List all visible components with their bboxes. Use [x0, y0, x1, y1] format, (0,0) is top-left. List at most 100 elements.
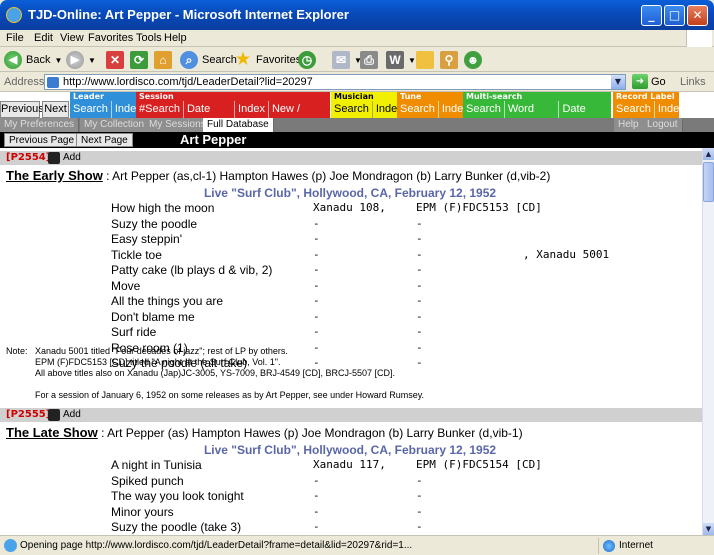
- issue-primary: -: [313, 309, 320, 323]
- track-title[interactable]: Patty cake (lb plays d & vib, 2): [111, 263, 272, 277]
- issue-secondary: -: [416, 309, 423, 323]
- print-button[interactable]: ⎙: [360, 51, 378, 69]
- menu-edit[interactable]: Edit: [34, 32, 53, 44]
- issue-primary: Xanadu 117,: [313, 458, 386, 471]
- label-index-link[interactable]: Index: [653, 101, 688, 118]
- stop-icon: ✕: [106, 51, 124, 69]
- track-title[interactable]: Move: [111, 279, 140, 293]
- session-id[interactable]: [P2555]: [6, 409, 50, 420]
- issue-secondary: -: [416, 263, 423, 276]
- multi-date-search-link[interactable]: Date Search: [558, 101, 611, 131]
- session-index-link[interactable]: Index: [234, 101, 268, 118]
- page-title: Art Pepper: [180, 132, 247, 147]
- track-row: Move - -: [0, 279, 700, 293]
- refresh-button[interactable]: ⟳: [130, 51, 148, 69]
- nav-group-record-label: Record Label Search Index: [613, 92, 685, 118]
- track-title[interactable]: Suzy the poodle: [111, 217, 197, 231]
- history-icon: ◷: [298, 51, 316, 69]
- word-icon: W: [386, 51, 404, 69]
- menu-help[interactable]: Help: [164, 32, 187, 44]
- track-title[interactable]: Don't blame me: [111, 310, 195, 324]
- track-title[interactable]: Surf ride: [111, 325, 156, 339]
- tab-full-database[interactable]: Full Database: [203, 118, 274, 132]
- tune-search-link[interactable]: Search: [397, 101, 438, 118]
- vertical-scrollbar[interactable]: ▲ ▼: [702, 148, 714, 535]
- previous-button[interactable]: Previous: [0, 101, 44, 118]
- issue-primary: -: [313, 294, 320, 307]
- issue-primary: -: [313, 340, 320, 354]
- links-label[interactable]: Links: [680, 76, 706, 88]
- leader-search-link[interactable]: Search: [70, 101, 111, 118]
- close-button[interactable]: ✕: [687, 5, 708, 26]
- session-date-search-link[interactable]: Date Search: [182, 101, 234, 131]
- next-page-button[interactable]: Next Page: [76, 133, 133, 147]
- track-title[interactable]: The way you look tonight: [111, 489, 244, 503]
- tab-my-sessions[interactable]: My Sessions: [145, 118, 211, 132]
- help-link[interactable]: Help: [614, 118, 644, 132]
- track-title[interactable]: Tickle toe: [111, 248, 162, 262]
- track-title[interactable]: How high the moon: [111, 201, 214, 215]
- edit-button[interactable]: W ▼: [386, 51, 416, 69]
- musician-search-link[interactable]: Search: [331, 101, 372, 118]
- menu-favorites[interactable]: Favorites: [88, 32, 133, 44]
- session-new-reissues-link[interactable]: New / Reissues: [267, 101, 330, 131]
- label-search-link[interactable]: Search: [613, 101, 654, 118]
- track-title[interactable]: Spiked punch: [111, 474, 184, 488]
- discuss-button[interactable]: [416, 51, 434, 69]
- forward-button[interactable]: ▶ ▼: [66, 51, 96, 69]
- session-id[interactable]: [P2554]: [6, 152, 50, 163]
- back-button[interactable]: ◀ Back ▼: [4, 51, 62, 69]
- nav-group-tune: Tune Search Index: [397, 92, 469, 118]
- scroll-up-icon[interactable]: ▲: [703, 148, 714, 160]
- home-button[interactable]: ⌂: [154, 51, 172, 69]
- tab-my-preferences[interactable]: My Preferences: [0, 118, 80, 132]
- minimize-button[interactable]: _: [641, 5, 662, 26]
- add-icon[interactable]: [48, 152, 60, 164]
- go-button[interactable]: ➜ Go: [632, 74, 666, 89]
- issue-secondary: -: [416, 325, 423, 338]
- issue-secondary: -: [416, 232, 423, 245]
- mail-button[interactable]: ✉ ▼: [332, 51, 362, 69]
- multi-search-link[interactable]: Search: [463, 101, 504, 118]
- add-link[interactable]: Add: [63, 152, 81, 163]
- chevron-down-icon[interactable]: ▼: [611, 75, 625, 89]
- track-title[interactable]: A night in Tunisia: [111, 458, 202, 472]
- track-row: A night in Tunisia Xanadu 117, EPM (F)FDC5…: [0, 458, 700, 472]
- issue-secondary: -: [416, 473, 423, 487]
- session-name[interactable]: The Early Show: [6, 168, 103, 183]
- research-button[interactable]: ⚲: [440, 51, 458, 69]
- favorites-button[interactable]: ★ Favorites: [234, 51, 301, 69]
- stop-button[interactable]: ✕: [106, 51, 124, 69]
- scroll-down-icon[interactable]: ▼: [703, 523, 714, 535]
- add-icon[interactable]: [48, 409, 60, 421]
- search-button[interactable]: ⌕ Search: [180, 51, 237, 69]
- session-personnel: : Art Pepper (as) Hampton Hawes (p) Joe …: [97, 426, 523, 440]
- nav-group-multi-search: Multi-search Search Word Search Date Sea…: [463, 92, 611, 131]
- track-row: All the things you are - -: [0, 294, 700, 308]
- session-title: The Late Show : Art Pepper (as) Hampton …: [6, 425, 523, 440]
- note-line: For a session of January 6, 1952 on some…: [35, 390, 425, 400]
- issue-primary: -: [313, 473, 320, 487]
- previous-page-button[interactable]: Previous Page: [4, 133, 80, 147]
- logout-link[interactable]: Logout: [643, 118, 683, 132]
- history-button[interactable]: ◷: [298, 51, 316, 69]
- session-name[interactable]: The Late Show: [6, 425, 98, 440]
- messenger-button[interactable]: ☻: [464, 51, 482, 69]
- track-title[interactable]: Easy steppin': [111, 232, 182, 246]
- session-search-link[interactable]: #Search: [136, 101, 183, 118]
- track-title[interactable]: Minor yours: [111, 505, 174, 519]
- add-link[interactable]: Add: [63, 409, 81, 420]
- scroll-thumb[interactable]: [703, 162, 714, 202]
- track-title[interactable]: Suzy the poodle (take 3): [111, 520, 241, 534]
- next-button[interactable]: Next: [42, 101, 69, 118]
- track-row: Suzy the poodle - -: [0, 216, 700, 231]
- tab-my-collection[interactable]: My Collection: [80, 118, 150, 132]
- address-input[interactable]: http://www.lordisco.com/tjd/LeaderDetail…: [44, 74, 626, 90]
- maximize-button[interactable]: □: [664, 5, 685, 26]
- menu-view[interactable]: View: [60, 32, 84, 44]
- menu-file[interactable]: File: [6, 32, 24, 44]
- multi-word-search-link[interactable]: Word Search: [503, 101, 559, 131]
- track-title[interactable]: All the things you are: [111, 294, 223, 308]
- issue-secondary: -: [416, 216, 423, 230]
- menu-tools[interactable]: Tools: [136, 32, 162, 44]
